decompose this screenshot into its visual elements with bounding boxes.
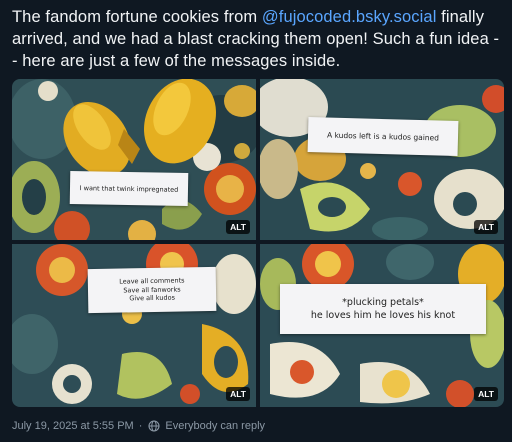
fortune-text: he loves him he loves his knot xyxy=(310,310,456,321)
alt-badge[interactable]: ALT xyxy=(226,220,250,234)
post-timestamp[interactable]: July 19, 2025 at 5:55 PM xyxy=(12,420,134,432)
fortune-slip: I want that twink impregnated xyxy=(69,170,189,207)
alt-badge[interactable]: ALT xyxy=(226,387,250,401)
paisley-fabric-photo xyxy=(12,79,256,240)
image-fortune-2[interactable]: A kudos left is a kudos gained ALT xyxy=(260,79,504,240)
fortune-slip: A kudos left is a kudos gained xyxy=(307,117,459,156)
image-fortune-1[interactable]: I want that twink impregnated ALT xyxy=(12,79,256,240)
mention-link[interactable]: @fujocoded.bsky.social xyxy=(262,8,437,26)
fortune-slip: *plucking petals* he loves him he loves … xyxy=(280,284,486,334)
post-text: The fandom fortune cookies from @fujocod… xyxy=(12,6,504,72)
paisley-fabric-photo xyxy=(260,79,504,240)
fortune-text: A kudos left is a kudos gained xyxy=(326,130,440,143)
fortune-text: Give all kudos xyxy=(129,293,176,303)
post-text-part: The fandom fortune cookies from xyxy=(12,8,262,26)
reply-setting[interactable]: Everybody can reply xyxy=(165,420,265,432)
image-fortune-4[interactable]: *plucking petals* he loves him he loves … xyxy=(260,244,504,407)
globe-icon xyxy=(148,420,160,432)
fortune-text: I want that twink impregnated xyxy=(79,183,179,194)
post-meta: July 19, 2025 at 5:55 PM · Everybody can… xyxy=(12,420,265,432)
fortune-text: *plucking petals* xyxy=(342,297,424,308)
alt-badge[interactable]: ALT xyxy=(474,220,498,234)
alt-badge[interactable]: ALT xyxy=(474,387,498,401)
image-grid: I want that twink impregnated ALT A kudo… xyxy=(12,79,504,407)
fortune-slip: Leave all comments Save all fanworks Giv… xyxy=(87,266,217,314)
image-fortune-3[interactable]: Leave all comments Save all fanworks Giv… xyxy=(12,244,256,407)
meta-separator: · xyxy=(138,420,143,432)
